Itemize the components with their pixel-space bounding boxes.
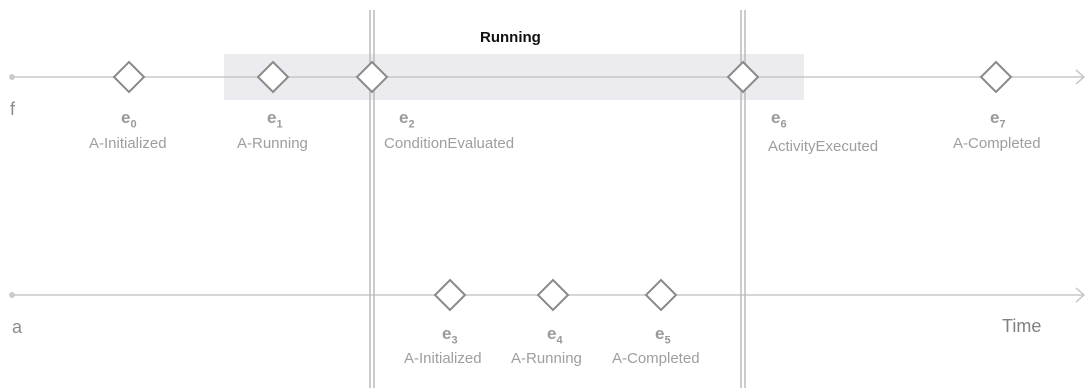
running-region-title: Running bbox=[480, 29, 541, 46]
event-name-e7: A-Completed bbox=[953, 135, 1041, 152]
event-diamond-e7 bbox=[979, 60, 1013, 94]
event-id-e5: e5 bbox=[655, 324, 671, 347]
event-diamond-e3 bbox=[433, 278, 467, 312]
event-diamond-e0 bbox=[112, 60, 146, 94]
event-id-e6: e6 bbox=[771, 108, 787, 131]
event-name-e0: A-Initialized bbox=[89, 135, 167, 152]
event-name-e6: ActivityExecuted bbox=[768, 138, 879, 155]
time-axis-label: Time bbox=[1002, 316, 1042, 336]
event-name-e3: A-Initialized bbox=[404, 350, 482, 367]
event-name-e4: A-Running bbox=[511, 350, 582, 367]
event-id-e1: e1 bbox=[267, 108, 283, 131]
event-id-e2: e2 bbox=[399, 108, 415, 131]
lane-label-a: a bbox=[12, 317, 23, 337]
event-name-e1: A-Running bbox=[237, 135, 308, 152]
lane-label-f: f bbox=[10, 99, 16, 119]
event-id-e0: e0 bbox=[121, 108, 137, 131]
event-diamond-e5 bbox=[644, 278, 678, 312]
timeline-diagram bbox=[9, 10, 1086, 388]
event-name-e5: A-Completed bbox=[612, 350, 700, 367]
event-diamond-e4 bbox=[536, 278, 570, 312]
event-id-e4: e4 bbox=[547, 324, 563, 347]
event-id-e7: e7 bbox=[990, 108, 1006, 131]
event-id-e3: e3 bbox=[442, 324, 458, 347]
event-name-e2: ConditionEvaluated bbox=[384, 135, 515, 152]
